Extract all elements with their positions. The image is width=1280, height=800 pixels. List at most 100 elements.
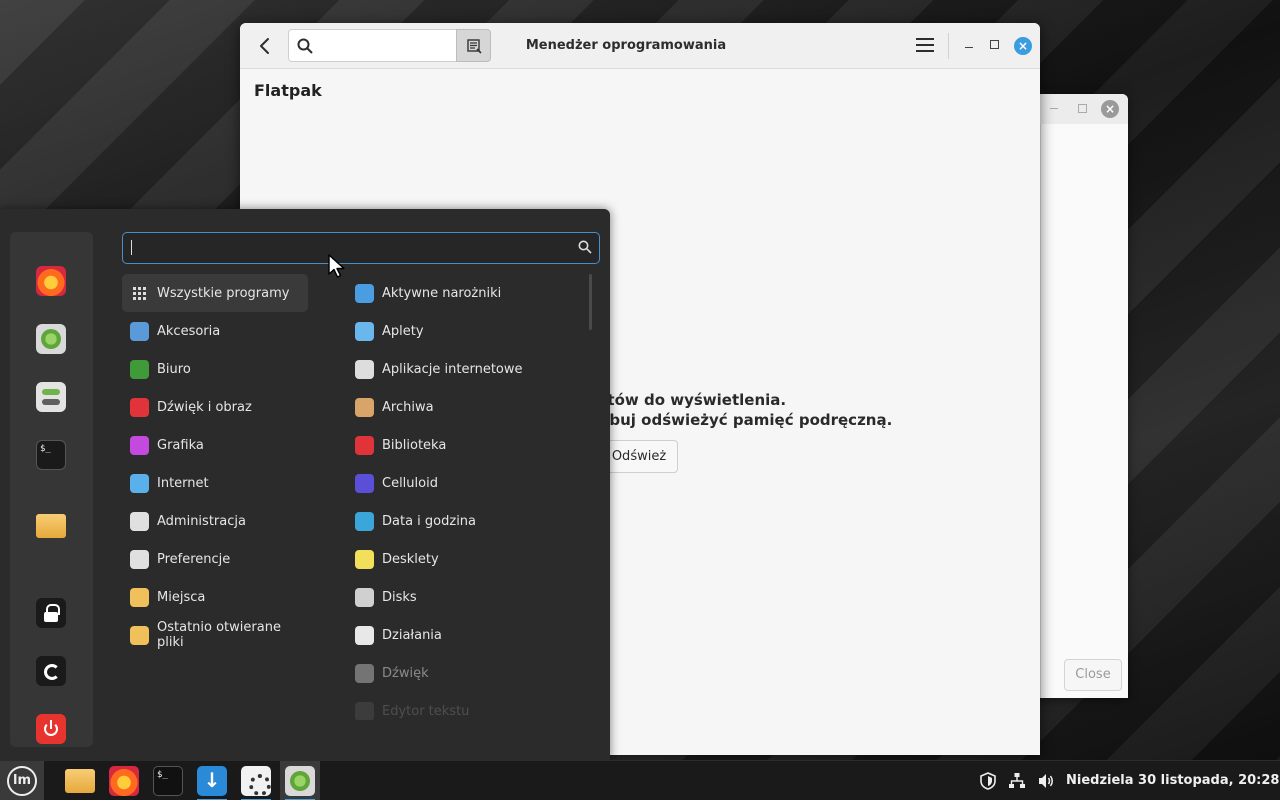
minimize-icon[interactable] bbox=[1050, 108, 1058, 109]
application-item[interactable]: Aplikacje internetowe bbox=[347, 350, 582, 388]
application-label: Biblioteka bbox=[382, 437, 447, 453]
shutdown-icon[interactable] bbox=[36, 714, 66, 744]
application-item[interactable]: Disks bbox=[347, 578, 582, 616]
application-item[interactable]: Archiwa bbox=[347, 388, 582, 426]
administration-icon bbox=[130, 511, 149, 531]
files-icon[interactable] bbox=[65, 769, 95, 793]
search-in-description-toggle[interactable] bbox=[456, 29, 491, 62]
lock-icon[interactable] bbox=[36, 598, 66, 628]
software-search-input[interactable] bbox=[288, 29, 456, 62]
category-item[interactable]: Administracja bbox=[122, 502, 308, 540]
category-item[interactable]: Miejsca bbox=[122, 578, 308, 616]
software-manager-titlebar: Menedżer oprogramowania × bbox=[240, 23, 1040, 69]
application-label: Celluloid bbox=[382, 475, 438, 491]
close-icon[interactable]: × bbox=[1101, 100, 1119, 118]
volume-icon[interactable] bbox=[1037, 772, 1055, 790]
application-label: Desklety bbox=[382, 551, 439, 567]
terminal-icon[interactable]: $_ bbox=[36, 440, 66, 470]
favorites-sidebar: $_ bbox=[10, 232, 93, 747]
application-item[interactable]: Edytor tekstu bbox=[347, 692, 582, 720]
menu-button[interactable]: lm bbox=[0, 761, 44, 800]
shield-icon[interactable] bbox=[979, 772, 997, 790]
software-manager-icon[interactable] bbox=[285, 766, 315, 796]
category-label: Grafika bbox=[157, 437, 204, 453]
logout-icon[interactable] bbox=[36, 656, 66, 686]
application-label: Aktywne narożniki bbox=[382, 285, 502, 301]
category-item[interactable]: Internet bbox=[122, 464, 308, 502]
office-icon bbox=[130, 359, 149, 379]
application-label: Dźwięk bbox=[382, 665, 429, 681]
update-manager-icon[interactable]: ↓ bbox=[197, 766, 227, 796]
search-summary-icon bbox=[467, 39, 482, 54]
maximize-icon[interactable] bbox=[990, 40, 999, 49]
application-item[interactable]: Biblioteka bbox=[347, 426, 582, 464]
message-line-1: akietów do wyświetlenia. bbox=[572, 391, 787, 409]
library-icon bbox=[355, 435, 374, 455]
hamburger-menu-icon[interactable] bbox=[916, 38, 934, 54]
places-icon bbox=[130, 587, 149, 607]
category-label: Akcesoria bbox=[157, 323, 221, 339]
terminal-icon[interactable]: $_ bbox=[153, 766, 183, 796]
back-button[interactable] bbox=[252, 34, 278, 58]
webapps-icon bbox=[355, 359, 374, 379]
application-item[interactable]: Dźwięk bbox=[347, 654, 582, 692]
menu-search-input[interactable] bbox=[122, 232, 600, 264]
application-label: Aplety bbox=[382, 323, 424, 339]
category-item[interactable]: Dźwięk i obraz bbox=[122, 388, 308, 426]
category-label: Wszystkie programy bbox=[157, 285, 290, 301]
sound-icon bbox=[355, 663, 374, 683]
application-item[interactable]: Celluloid bbox=[347, 464, 582, 502]
category-label: Internet bbox=[157, 475, 209, 491]
category-item[interactable]: Preferencje bbox=[122, 540, 308, 578]
system-settings-icon[interactable] bbox=[36, 382, 66, 412]
search-icon bbox=[297, 38, 313, 54]
search-icon bbox=[578, 240, 592, 254]
firefox-icon[interactable] bbox=[109, 766, 139, 796]
files-icon[interactable] bbox=[36, 514, 66, 538]
refresh-button[interactable]: Odśwież bbox=[600, 440, 678, 473]
graphics-icon bbox=[130, 435, 149, 455]
category-label: Preferencje bbox=[157, 551, 231, 567]
application-item[interactable]: Aplety bbox=[347, 312, 582, 350]
category-item[interactable]: Akcesoria bbox=[122, 312, 308, 350]
disks-icon bbox=[355, 587, 374, 607]
application-label: Disks bbox=[382, 589, 417, 605]
category-item[interactable]: Wszystkie programy bbox=[122, 274, 308, 312]
category-item[interactable]: Biuro bbox=[122, 350, 308, 388]
application-label: Aplikacje internetowe bbox=[382, 361, 523, 377]
software-manager-icon[interactable] bbox=[36, 324, 66, 354]
titlebar-divider bbox=[948, 33, 949, 59]
application-item[interactable]: Działania bbox=[347, 616, 582, 654]
application-item[interactable]: Data i godzina bbox=[347, 502, 582, 540]
category-label: Miejsca bbox=[157, 589, 206, 605]
hot-corners-icon bbox=[355, 283, 374, 303]
mouse-pointer-icon bbox=[328, 254, 345, 278]
clock[interactable]: Niedziela 30 listopada, 20:28:01 bbox=[1066, 773, 1280, 788]
application-item[interactable]: Desklety bbox=[347, 540, 582, 578]
category-item[interactable]: Ostatnio otwierane pliki bbox=[122, 616, 308, 654]
settings-gear-icon[interactable] bbox=[241, 766, 271, 796]
mint-logo-icon: lm bbox=[7, 766, 37, 796]
datetime-icon bbox=[355, 511, 374, 531]
applets-icon bbox=[355, 321, 374, 341]
category-item[interactable]: Grafika bbox=[122, 426, 308, 464]
window-title: Menedżer oprogramowania bbox=[525, 38, 727, 53]
background-dialog-content bbox=[1040, 124, 1128, 698]
category-label: Dźwięk i obraz bbox=[157, 399, 252, 415]
no-packages-message: akietów do wyświetlenia. spróbuj odśwież… bbox=[572, 390, 972, 430]
text-editor-icon bbox=[355, 701, 374, 720]
menu-scrollbar[interactable] bbox=[589, 274, 592, 330]
close-icon[interactable]: × bbox=[1014, 37, 1032, 55]
application-menu: $_ Wszystkie programy Akcesoria Biuro Dźwię… bbox=[0, 209, 610, 760]
back-arrow-icon bbox=[260, 38, 269, 54]
page-title: Flatpak bbox=[254, 81, 322, 100]
maximize-icon[interactable] bbox=[1078, 104, 1087, 113]
application-label: Działania bbox=[382, 627, 442, 643]
application-item[interactable]: Aktywne narożniki bbox=[347, 274, 582, 312]
network-icon[interactable] bbox=[1008, 772, 1026, 790]
firefox-icon[interactable] bbox=[36, 266, 66, 296]
dialog-close-button[interactable]: Close bbox=[1064, 659, 1122, 691]
application-label: Data i godzina bbox=[382, 513, 477, 529]
minimize-icon[interactable] bbox=[962, 38, 976, 54]
message-line-2: spróbuj odświeżyć pamięć podręczną. bbox=[572, 411, 893, 429]
